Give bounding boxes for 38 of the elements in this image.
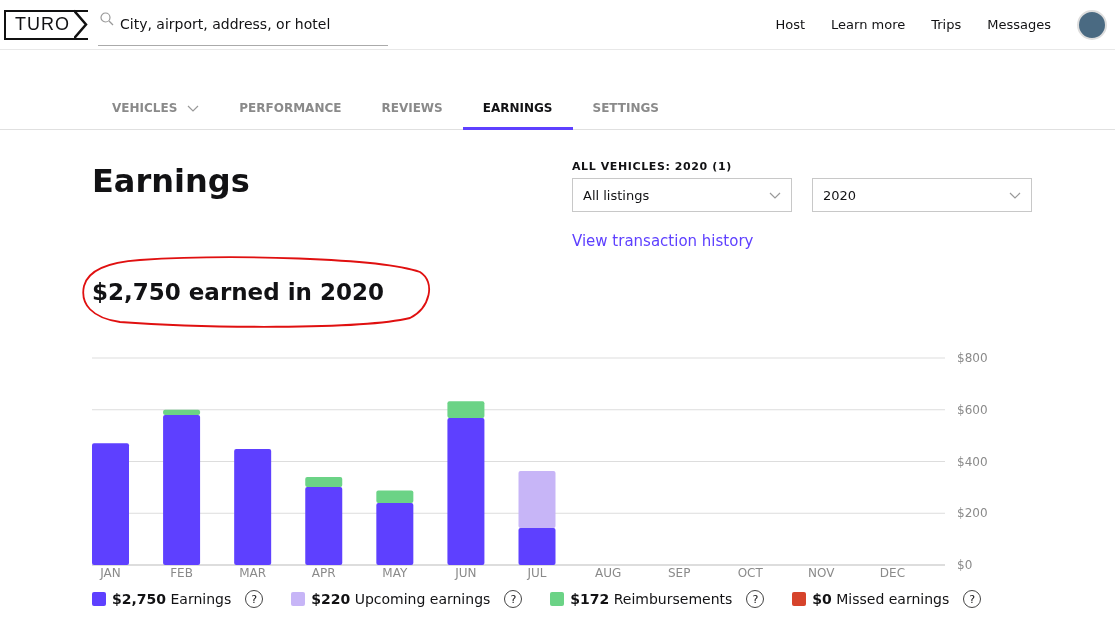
avatar[interactable] — [1077, 9, 1107, 40]
logo[interactable]: TURO — [4, 9, 88, 40]
axis-label: $600 — [957, 402, 988, 417]
month-label: DEC — [879, 566, 905, 580]
chevron-icon — [1009, 191, 1021, 199]
legend-label: $2,750 Earnings — [112, 591, 232, 607]
nav-link[interactable]: Host — [775, 17, 806, 32]
page-title: Earnings — [92, 162, 250, 202]
month-label: MAY — [382, 566, 408, 580]
month-label: JAN — [100, 566, 121, 580]
month-label: AUG — [594, 566, 622, 580]
earned-total: $2,750 earned in 2020 — [92, 278, 384, 307]
axis-label: $200 — [957, 506, 988, 521]
month-label: FEB — [170, 566, 193, 580]
search-icon — [100, 12, 114, 26]
month-label: NOV — [808, 566, 835, 580]
month-label: SEP — [667, 566, 691, 580]
month-label: MAR — [239, 566, 267, 580]
axis-label: $800 — [957, 352, 988, 365]
month-label: JUN — [455, 566, 477, 580]
month-label: JUL — [527, 566, 547, 580]
nav-link[interactable]: Trips — [931, 17, 962, 32]
axis-label: $0 — [957, 558, 973, 572]
listing-select[interactable]: All listings — [572, 178, 792, 212]
nav-link[interactable]: Messages — [987, 17, 1051, 32]
month-label: OCT — [737, 566, 763, 580]
axis-label: $400 — [957, 454, 988, 469]
year-select[interactable]: 2020 — [812, 178, 1032, 212]
filter-label: ALL VEHICLES: 2020 (1) — [572, 160, 733, 173]
nav-link[interactable]: Learn more — [831, 17, 906, 32]
month-label: APR — [311, 566, 336, 580]
legend-label: $0 Missed earnings — [812, 591, 950, 607]
tab[interactable]: EARNINGS — [462, 95, 573, 130]
legend-label: $220 Upcoming earnings — [311, 591, 491, 607]
transaction-history-link[interactable]: View transaction history — [572, 232, 754, 250]
legend-label: $172 Reimbursements — [570, 591, 733, 607]
chevron-icon — [769, 191, 781, 199]
search-field[interactable]: City, airport, address, or hotel — [98, 9, 388, 46]
